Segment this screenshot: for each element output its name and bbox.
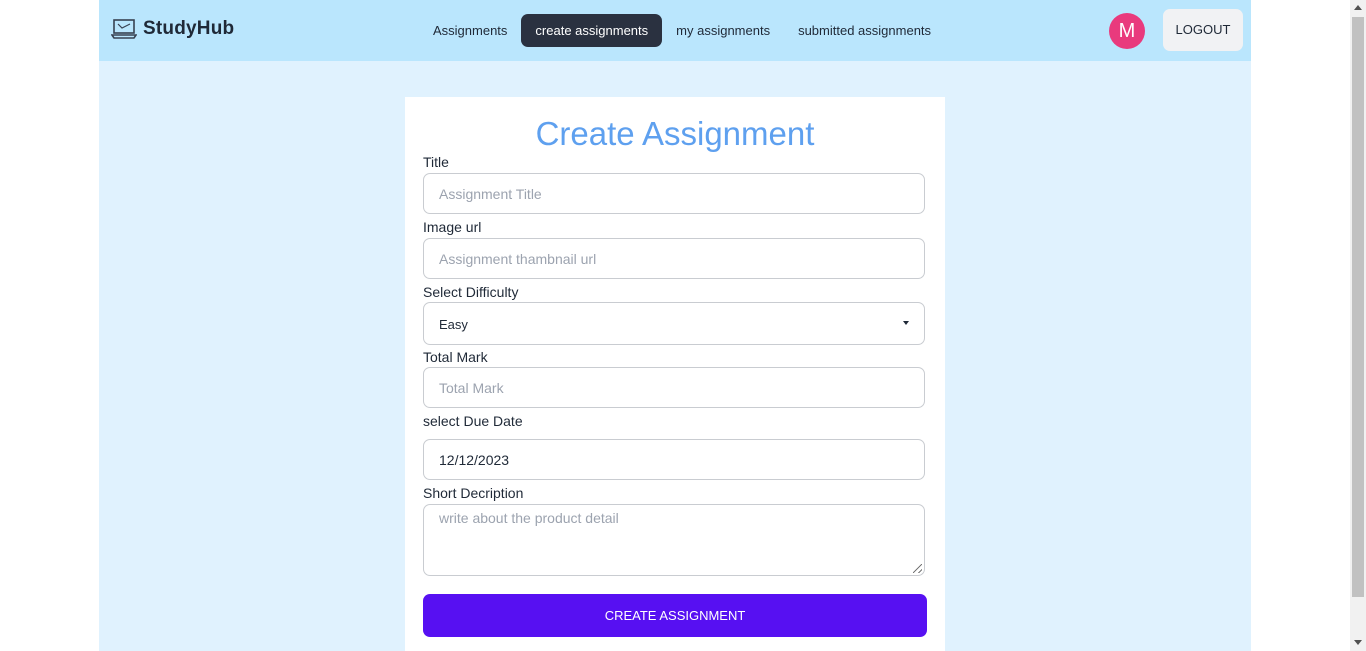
description-textarea[interactable]: write about the product detail — [423, 504, 925, 576]
title-label: Title — [423, 154, 449, 170]
resize-handle-icon[interactable] — [913, 564, 922, 573]
scrollbar-thumb[interactable] — [1352, 17, 1364, 597]
due-date-input[interactable]: 12/12/2023 — [423, 439, 925, 480]
nav-create-assignments[interactable]: create assignments — [521, 14, 663, 47]
main-nav: Assignments create assignments my assign… — [419, 14, 945, 47]
scroll-up-icon[interactable] — [1354, 5, 1362, 10]
create-assignment-card: Create Assignment Title Assignment Title… — [405, 97, 945, 651]
chevron-down-icon — [903, 321, 909, 325]
due-date-label: select Due Date — [423, 413, 523, 429]
create-assignment-button[interactable]: CREATE ASSIGNMENT — [423, 594, 927, 637]
laptop-icon — [111, 18, 137, 40]
difficulty-label: Select Difficulty — [423, 284, 519, 300]
image-url-input[interactable]: Assignment thambnail url — [423, 238, 925, 279]
navbar: StudyHub Assignments create assignments … — [99, 0, 1251, 61]
nav-assignments[interactable]: Assignments — [419, 14, 521, 47]
scrollbar[interactable] — [1350, 0, 1366, 651]
scroll-down-icon[interactable] — [1354, 640, 1362, 645]
image-url-label: Image url — [423, 219, 482, 235]
nav-my-assignments[interactable]: my assignments — [662, 14, 784, 47]
description-placeholder: write about the product detail — [439, 510, 619, 526]
total-mark-label: Total Mark — [423, 349, 488, 365]
description-label: Short Decription — [423, 485, 524, 501]
difficulty-value: Easy — [439, 317, 468, 332]
brand-name: StudyHub — [143, 18, 235, 39]
title-input[interactable]: Assignment Title — [423, 173, 925, 214]
avatar[interactable]: M — [1109, 13, 1145, 49]
nav-submitted-assignments[interactable]: submitted assignments — [784, 14, 945, 47]
difficulty-select[interactable]: Easy — [423, 302, 925, 345]
brand[interactable]: StudyHub — [111, 18, 234, 40]
logout-button[interactable]: LOGOUT — [1163, 9, 1243, 51]
page-title: Create Assignment — [535, 115, 815, 152]
total-mark-input[interactable]: Total Mark — [423, 367, 925, 408]
